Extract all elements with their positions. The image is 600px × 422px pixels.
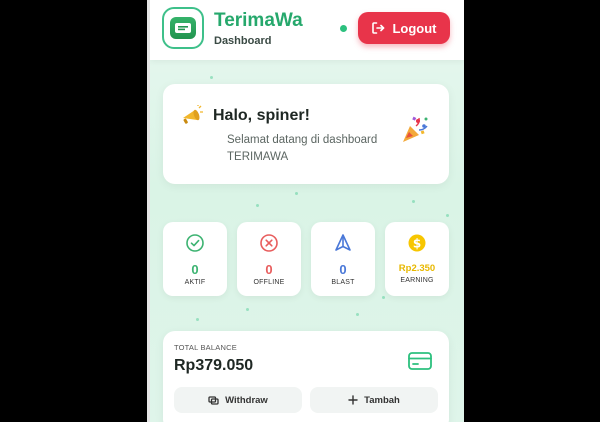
greeting-message: Selamat datang di dashboard TERIMAWA	[227, 132, 397, 166]
greeting-line-2: TERIMAWA	[227, 151, 289, 163]
stat-label-blast: BLAST	[331, 279, 355, 286]
stat-card-aktif[interactable]: 0 AKTIF	[163, 222, 227, 296]
balance-label: TOTAL BALANCE	[174, 343, 237, 352]
x-circle-icon	[260, 234, 278, 252]
stat-value-blast: 0	[339, 262, 347, 277]
add-balance-button[interactable]: Tambah	[310, 387, 438, 413]
dollar-circle-icon: $	[408, 234, 426, 252]
stat-card-earning[interactable]: $ Rp2.350 EARNING	[385, 222, 449, 296]
logout-button[interactable]: Logout	[358, 12, 450, 44]
logout-icon	[372, 22, 385, 34]
party-popper-icon	[403, 116, 428, 142]
withdraw-button[interactable]: Withdraw	[174, 387, 302, 413]
trumpet-icon	[183, 105, 203, 124]
wallet-card-icon	[408, 352, 432, 370]
online-status-dot	[340, 25, 347, 32]
app-screen: TerimaWa Dashboard Logout Halo, spiner! …	[150, 0, 464, 422]
stat-label-aktif: AKTIF	[184, 279, 206, 286]
stat-label-offline: OFFLINE	[253, 279, 285, 286]
balance-amount: Rp379.050	[174, 357, 254, 374]
greeting-title: Halo, spiner!	[213, 107, 310, 124]
app-logo	[162, 7, 204, 49]
svg-text:$: $	[413, 236, 421, 250]
page-subtitle: Dashboard	[214, 35, 272, 47]
balance-card: TOTAL BALANCE Rp379.050 Withdraw Tambah	[163, 331, 449, 422]
top-header: TerimaWa Dashboard Logout	[150, 0, 464, 60]
stat-value-earning: Rp2.350	[398, 263, 436, 274]
stat-card-offline[interactable]: 0 OFFLINE	[237, 222, 301, 296]
plus-icon	[348, 395, 358, 405]
stat-card-blast[interactable]: 0 BLAST	[311, 222, 375, 296]
stat-label-earning: EARNING	[400, 277, 434, 284]
app-title: TerimaWa	[214, 10, 303, 31]
greeting-line-1: Selamat datang di dashboard	[227, 134, 378, 146]
withdraw-icon	[208, 395, 219, 405]
send-icon	[335, 234, 351, 251]
stat-value-aktif: 0	[191, 262, 199, 277]
stat-value-offline: 0	[265, 262, 273, 277]
logout-label: Logout	[392, 20, 437, 36]
add-balance-label: Tambah	[364, 394, 400, 406]
check-circle-icon	[186, 234, 204, 252]
greeting-card: Halo, spiner! Selamat datang di dashboar…	[163, 84, 449, 184]
withdraw-label: Withdraw	[225, 394, 268, 406]
logo-chat-icon	[175, 23, 191, 33]
